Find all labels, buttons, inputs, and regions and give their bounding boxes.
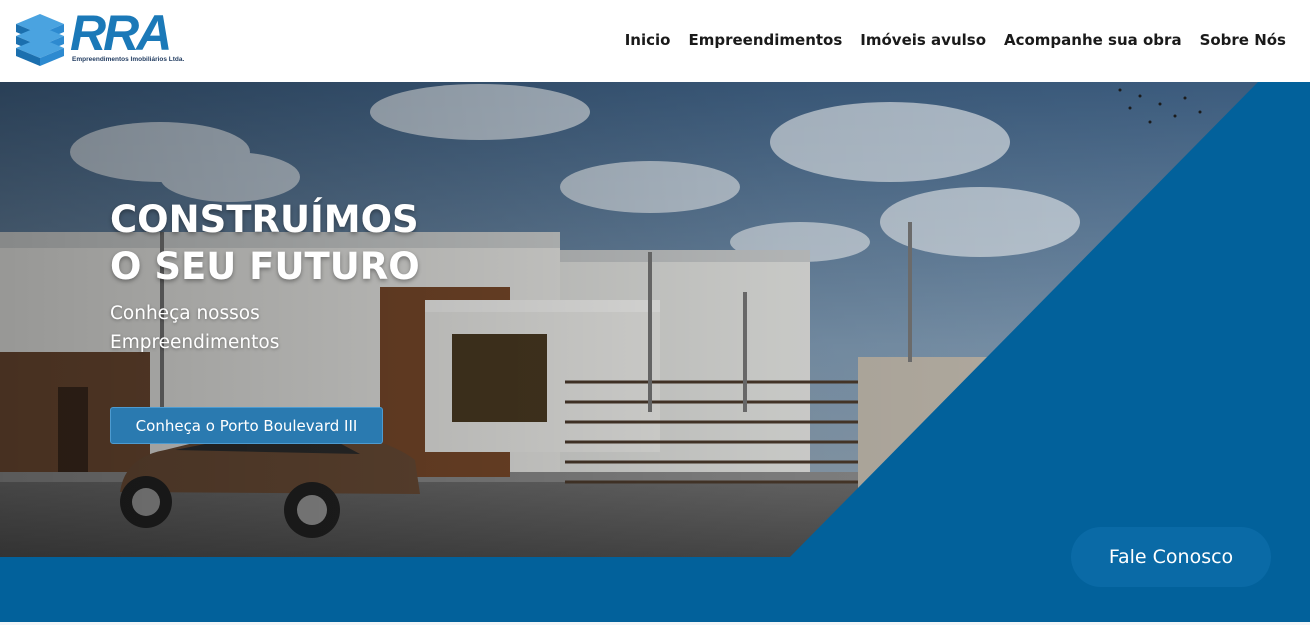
- site-header: RRA Empreendimentos Imobiliários Ltda. I…: [0, 0, 1310, 82]
- logo-wordmark: RRA: [70, 5, 172, 61]
- nav-item-acompanhe-obra[interactable]: Acompanhe sua obra: [1004, 31, 1182, 49]
- porto-boulevard-button[interactable]: Conheça o Porto Boulevard III: [110, 407, 383, 444]
- nav-item-empreendimentos[interactable]: Empreendimentos: [688, 31, 842, 49]
- hero-title-line-1: CONSTRUÍMOS: [110, 198, 419, 241]
- brand-logo[interactable]: RRA Empreendimentos Imobiliários Ltda.: [14, 5, 194, 70]
- nav-item-inicio[interactable]: Inicio: [625, 31, 671, 49]
- hero-subtitle-line-1: Conheça nossos: [110, 303, 260, 324]
- main-nav: Inicio Empreendimentos Imóveis avulso Ac…: [625, 31, 1286, 49]
- hero-title: CONSTRUÍMOS O SEU FUTURO: [110, 196, 420, 290]
- hero-subtitle: Conheça nossos Empreendimentos: [110, 299, 279, 357]
- nav-item-imoveis-avulso[interactable]: Imóveis avulso: [860, 31, 986, 49]
- nav-item-sobre-nos[interactable]: Sobre Nós: [1200, 31, 1286, 49]
- hero-title-line-2: O SEU FUTURO: [110, 245, 420, 288]
- logo-stack-icon: [16, 14, 64, 66]
- hero-subtitle-line-2: Empreendimentos: [110, 332, 280, 353]
- logo-tagline: Empreendimentos Imobiliários Ltda.: [72, 56, 185, 63]
- hero-section: CONSTRUÍMOS O SEU FUTURO Conheça nossos …: [0, 82, 1310, 625]
- fale-conosco-button[interactable]: Fale Conosco: [1071, 527, 1271, 587]
